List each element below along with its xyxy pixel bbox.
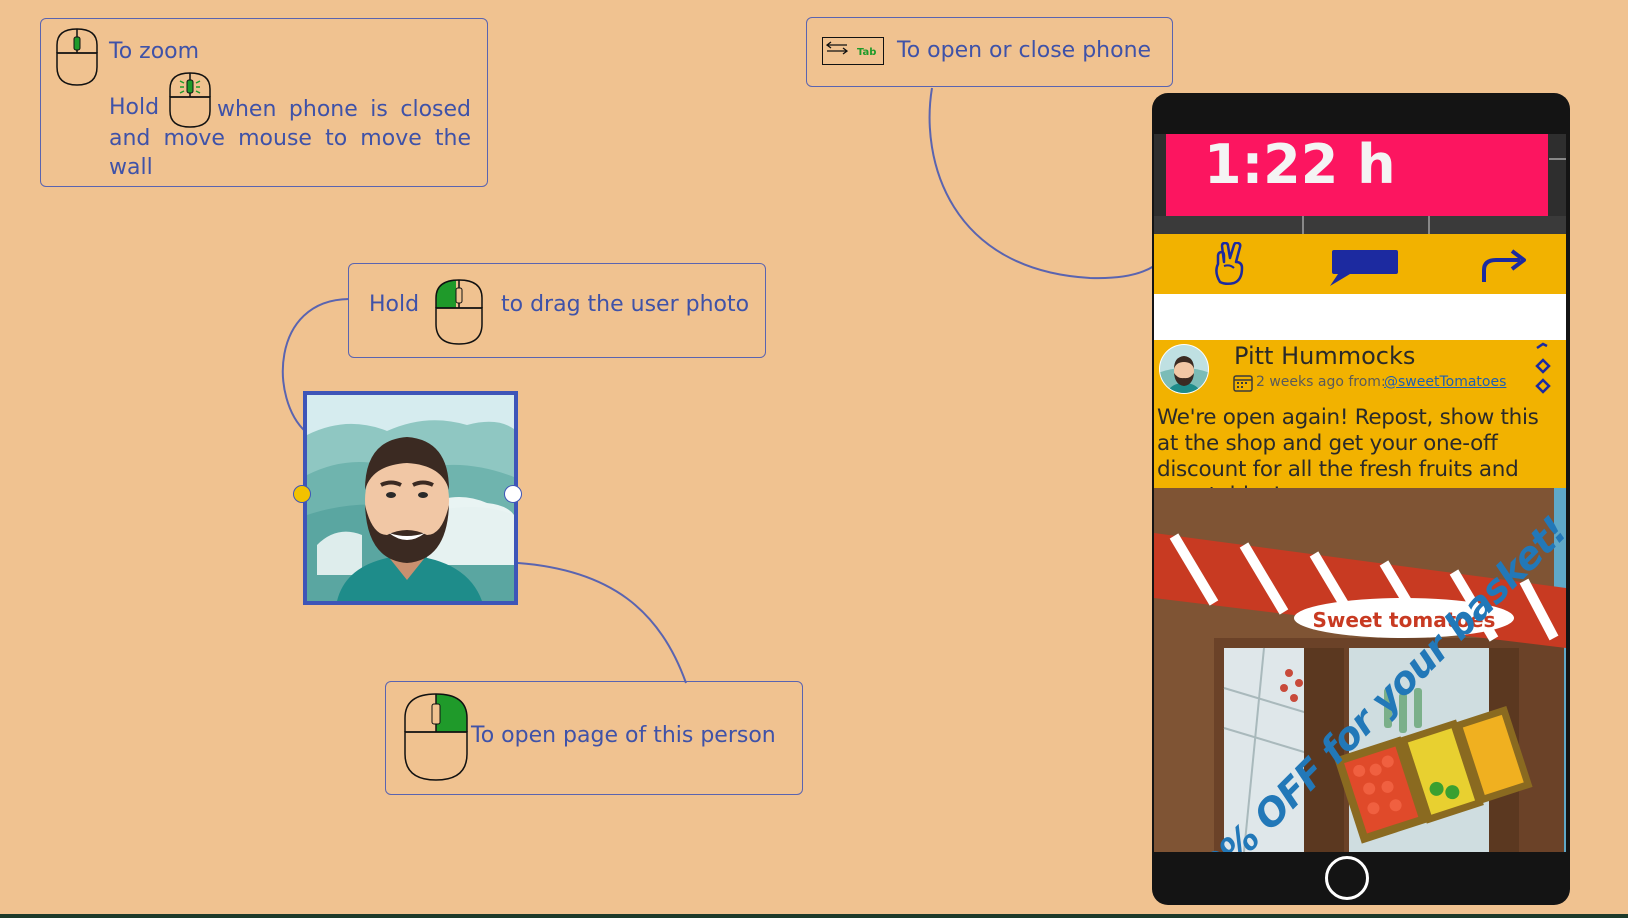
- phone-home-button[interactable]: [1325, 856, 1369, 900]
- open-page-text: To open page of this person: [471, 723, 776, 748]
- phone-toolbar: [1154, 234, 1566, 294]
- mouse-left-click-icon: [435, 279, 483, 345]
- bottom-border: [0, 914, 1628, 918]
- photo-right-handle[interactable]: [504, 485, 522, 503]
- post-meta: 2 weeks ago from:: [1256, 374, 1386, 390]
- zoom-title: To zoom: [109, 39, 200, 64]
- post-author-avatar[interactable]: [1158, 343, 1210, 395]
- mouse-right-click-icon: [404, 693, 468, 781]
- calendar-icon: [1233, 375, 1253, 392]
- drag-photo-text: to drag the user photo: [501, 292, 750, 317]
- user-photo[interactable]: [303, 391, 518, 605]
- post-author-name[interactable]: Pitt Hummocks: [1234, 342, 1415, 370]
- hold-label: Hold: [369, 292, 420, 317]
- shop-illustration: Sweet tomatoes: [1154, 488, 1566, 852]
- zoom-hint-box: To zoom Hold when phone is closed and mo…: [40, 18, 488, 187]
- avatar-illustration: [307, 395, 514, 601]
- post-image[interactable]: Sweet tomatoes 50% OFF for your basket!: [1154, 488, 1566, 852]
- phone-toggle-hint-box: Tab To open or close phone: [806, 17, 1173, 87]
- phone-toggle-text: To open or close phone: [897, 38, 1152, 63]
- session-timer: 1:22 h: [1166, 134, 1548, 216]
- post-card[interactable]: Pitt Hummocks 2 weeks ago from: @sweetTo…: [1154, 340, 1566, 852]
- mouse-scroll-icon: [56, 28, 98, 86]
- post-source-link[interactable]: @sweetTomatoes: [1384, 374, 1506, 390]
- post-options-icon[interactable]: [1532, 342, 1554, 394]
- chat-bubble-icon[interactable]: [1326, 248, 1400, 288]
- zoom-wall-text: when phone is closed and move mouse to m…: [109, 97, 471, 180]
- peace-hand-icon[interactable]: [1210, 242, 1250, 286]
- phone-screen: 1:22 h Pitt Hummocks 2 weeks ago from: @…: [1154, 134, 1566, 852]
- drag-photo-hint-box: Hold to drag the user photo: [348, 263, 766, 358]
- share-arrow-icon[interactable]: [1480, 248, 1530, 284]
- tab-key-label: Tab: [857, 47, 877, 58]
- open-page-hint-box: To open page of this person: [385, 681, 803, 795]
- photo-left-handle[interactable]: [293, 485, 311, 503]
- tab-key-icon: Tab: [822, 37, 884, 65]
